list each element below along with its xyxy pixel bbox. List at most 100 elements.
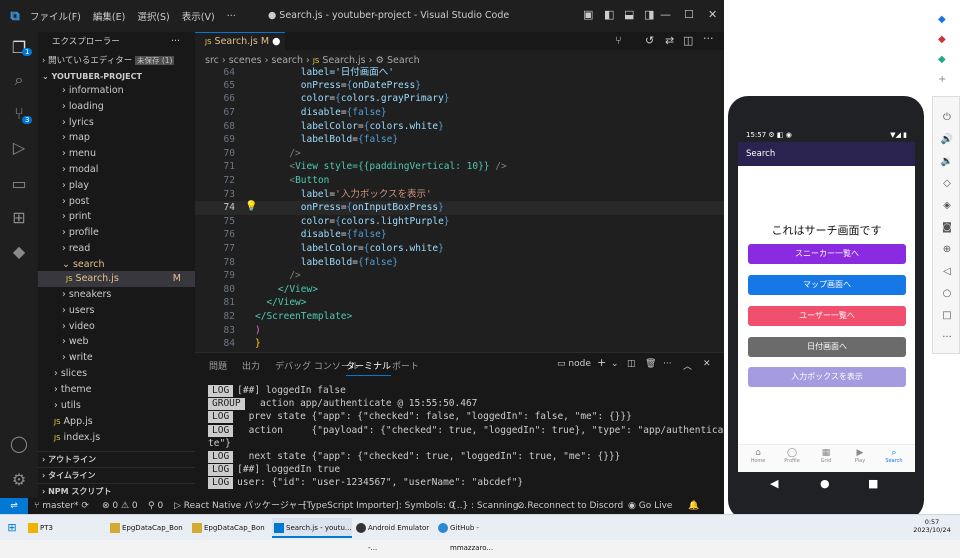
date-button[interactable]: 日付画面へ [748, 337, 906, 357]
folder-print[interactable]: › print [38, 209, 195, 225]
menu-more[interactable]: ··· [227, 11, 236, 22]
discord-status[interactable]: ⊘ Reconnect to Discord [517, 498, 623, 514]
remote-icon[interactable]: ⇌ [0, 498, 28, 514]
taskbar-github[interactable]: GitHub - mmazzaro... [436, 518, 516, 552]
code-line[interactable]: 72 <Button [195, 174, 330, 188]
folder-utils[interactable]: › utils [38, 398, 195, 414]
map-button[interactable]: マップ画面へ [748, 275, 906, 295]
bookmark-icon[interactable]: ◆ [938, 34, 958, 54]
remote-explorer-icon[interactable]: ▭ [9, 174, 29, 194]
nav-profile[interactable]: ◯ Profile [778, 448, 806, 464]
folder-search[interactable]: ⌄ search [38, 257, 195, 273]
users-button[interactable]: ユーザー一覧へ [748, 306, 906, 326]
crumb-search[interactable]: search [271, 55, 303, 66]
settings-gear-icon[interactable]: ⚙ [9, 470, 29, 490]
code-line[interactable]: 81 </View> [195, 296, 307, 310]
timeline-icon[interactable]: ↺ [645, 34, 654, 47]
power-icon[interactable]: ⏻ [937, 112, 957, 132]
home-icon[interactable]: ○ [937, 288, 957, 308]
branch-status[interactable]: ⑂ master* ⟳ [34, 498, 89, 514]
ports-status[interactable]: ⚲ 0 [148, 498, 163, 514]
maximize-button[interactable]: ☐ [684, 8, 694, 21]
code-line[interactable]: 65 onPress={onDatePress} [195, 79, 421, 93]
code-line[interactable]: 84} [195, 337, 261, 351]
rotate-right-icon[interactable]: ◈ [937, 200, 957, 220]
code-line[interactable]: 76 disable={false} [195, 228, 387, 242]
code-line[interactable]: 67 disable={false} [195, 106, 387, 120]
taskbar-vscode[interactable]: Search.js - youtu... [272, 518, 352, 538]
menu-edit[interactable]: 編集(E) [93, 9, 125, 23]
taskbar-epg2[interactable]: EpgDataCap_Bon [190, 518, 270, 538]
maximize-panel-icon[interactable]: ︿ [683, 359, 692, 372]
menu-view[interactable]: 表示(V) [182, 9, 215, 23]
folder-post[interactable]: › post [38, 194, 195, 210]
add-icon[interactable]: + [938, 74, 958, 94]
folder-video[interactable]: › video [38, 319, 195, 335]
sidebar-toggle-icon[interactable]: ◧ [604, 8, 614, 21]
folder-play[interactable]: › play [38, 178, 195, 194]
minimize-button[interactable]: — [660, 8, 671, 21]
split-terminal-icon[interactable]: ◫ [627, 359, 636, 369]
back-icon[interactable]: ◁ [937, 266, 957, 286]
camera-icon[interactable]: ◙ [937, 222, 957, 242]
nav-grid[interactable]: ▦ Grid [812, 448, 840, 464]
docker-icon[interactable]: ◆ [9, 242, 29, 262]
search-icon[interactable]: ⌕ [9, 70, 29, 90]
code-line[interactable]: 71 <View style={{paddingVertical: 10}} /… [195, 160, 507, 174]
code-line[interactable]: 77 labelColor={colors.white} [195, 242, 444, 256]
tab-output[interactable]: 出力 [242, 359, 260, 372]
folder-information[interactable]: › information [38, 83, 195, 99]
nav-home[interactable]: ⌂ Home [744, 448, 772, 464]
folder-slices[interactable]: › slices [38, 366, 195, 382]
extensions-icon[interactable]: ⊞ [9, 208, 29, 228]
problems-status[interactable]: ⊗ 0 ⚠ 0 [102, 498, 138, 514]
menu-file[interactable]: ファイル(F) [30, 9, 81, 23]
folder-modal[interactable]: › modal [38, 162, 195, 178]
code-line[interactable]: 70 /> [195, 147, 301, 161]
volume-down-icon[interactable]: 🔉 [937, 156, 957, 176]
outline-section[interactable]: › アウトライン [38, 451, 195, 467]
taskbar-pt3[interactable]: PT3 [26, 518, 106, 538]
secondary-sidebar-icon[interactable]: ◨ [644, 8, 654, 21]
file-index-js[interactable]: JS index.js [38, 430, 195, 446]
code-line[interactable]: 75 color={colors.lightPurple} [195, 215, 450, 229]
input-box-button[interactable]: 入力ボックスを表示 [748, 367, 906, 387]
code-line[interactable]: 78 labelBold={false} [195, 256, 399, 270]
menu-selection[interactable]: 選択(S) [137, 9, 169, 23]
sneakers-button[interactable]: スニーカー一覧へ [748, 244, 906, 264]
close-panel-icon[interactable]: ✕ [703, 359, 711, 369]
timeline-section[interactable]: › タイムライン [38, 467, 195, 483]
code-line[interactable]: 82 </ScreenTemplate> [195, 310, 353, 324]
folder-lyrics[interactable]: › lyrics [38, 115, 195, 131]
folder-web[interactable]: › web [38, 334, 195, 350]
open-editors-section[interactable]: › 開いているエディター 未保存 (1) [38, 53, 195, 69]
folder-loading[interactable]: › loading [38, 99, 195, 115]
crumb-scenes[interactable]: scenes [229, 55, 262, 66]
folder-profile[interactable]: › profile [38, 225, 195, 241]
account-icon[interactable]: ◯ [9, 434, 29, 454]
more-actions-icon[interactable]: ··· [171, 34, 191, 50]
tab-ports[interactable]: ポート [392, 359, 419, 372]
code-line-current[interactable]: 74 onPress={onInputBoxPress} [195, 201, 724, 215]
folder-write[interactable]: › write [38, 350, 195, 366]
android-home-button[interactable]: ● [820, 477, 830, 490]
system-clock[interactable]: 0:57 2023/10/24 [912, 518, 952, 534]
folder-menu[interactable]: › menu [38, 146, 195, 162]
code-line[interactable]: 64 label='日付画面へ' [195, 66, 394, 80]
rotate-left-icon[interactable]: ◇ [937, 178, 957, 198]
panel-more-icon[interactable]: ··· [663, 359, 672, 369]
android-recents-button[interactable]: ■ [868, 477, 878, 490]
run-debug-icon[interactable]: ▷ [9, 138, 29, 158]
folder-map[interactable]: › map [38, 130, 195, 146]
overview-icon[interactable]: □ [937, 310, 957, 330]
code-line[interactable]: 80 </View> [195, 283, 318, 297]
new-terminal-icon[interactable]: + [597, 356, 606, 369]
crumb-file[interactable]: Search.js [322, 55, 365, 66]
file-app-js[interactable]: JS App.js [38, 414, 195, 430]
nav-play[interactable]: ▶ Play [846, 448, 874, 464]
code-line[interactable]: 73 label='入力ボックスを表示' [195, 188, 432, 202]
tab-search-js[interactable]: JS Search.js M ● [195, 32, 285, 50]
android-back-button[interactable]: ◀ [770, 477, 778, 490]
tab-terminal[interactable]: ターミナル [346, 359, 392, 376]
compare-icon[interactable]: ⇄ [665, 34, 674, 47]
